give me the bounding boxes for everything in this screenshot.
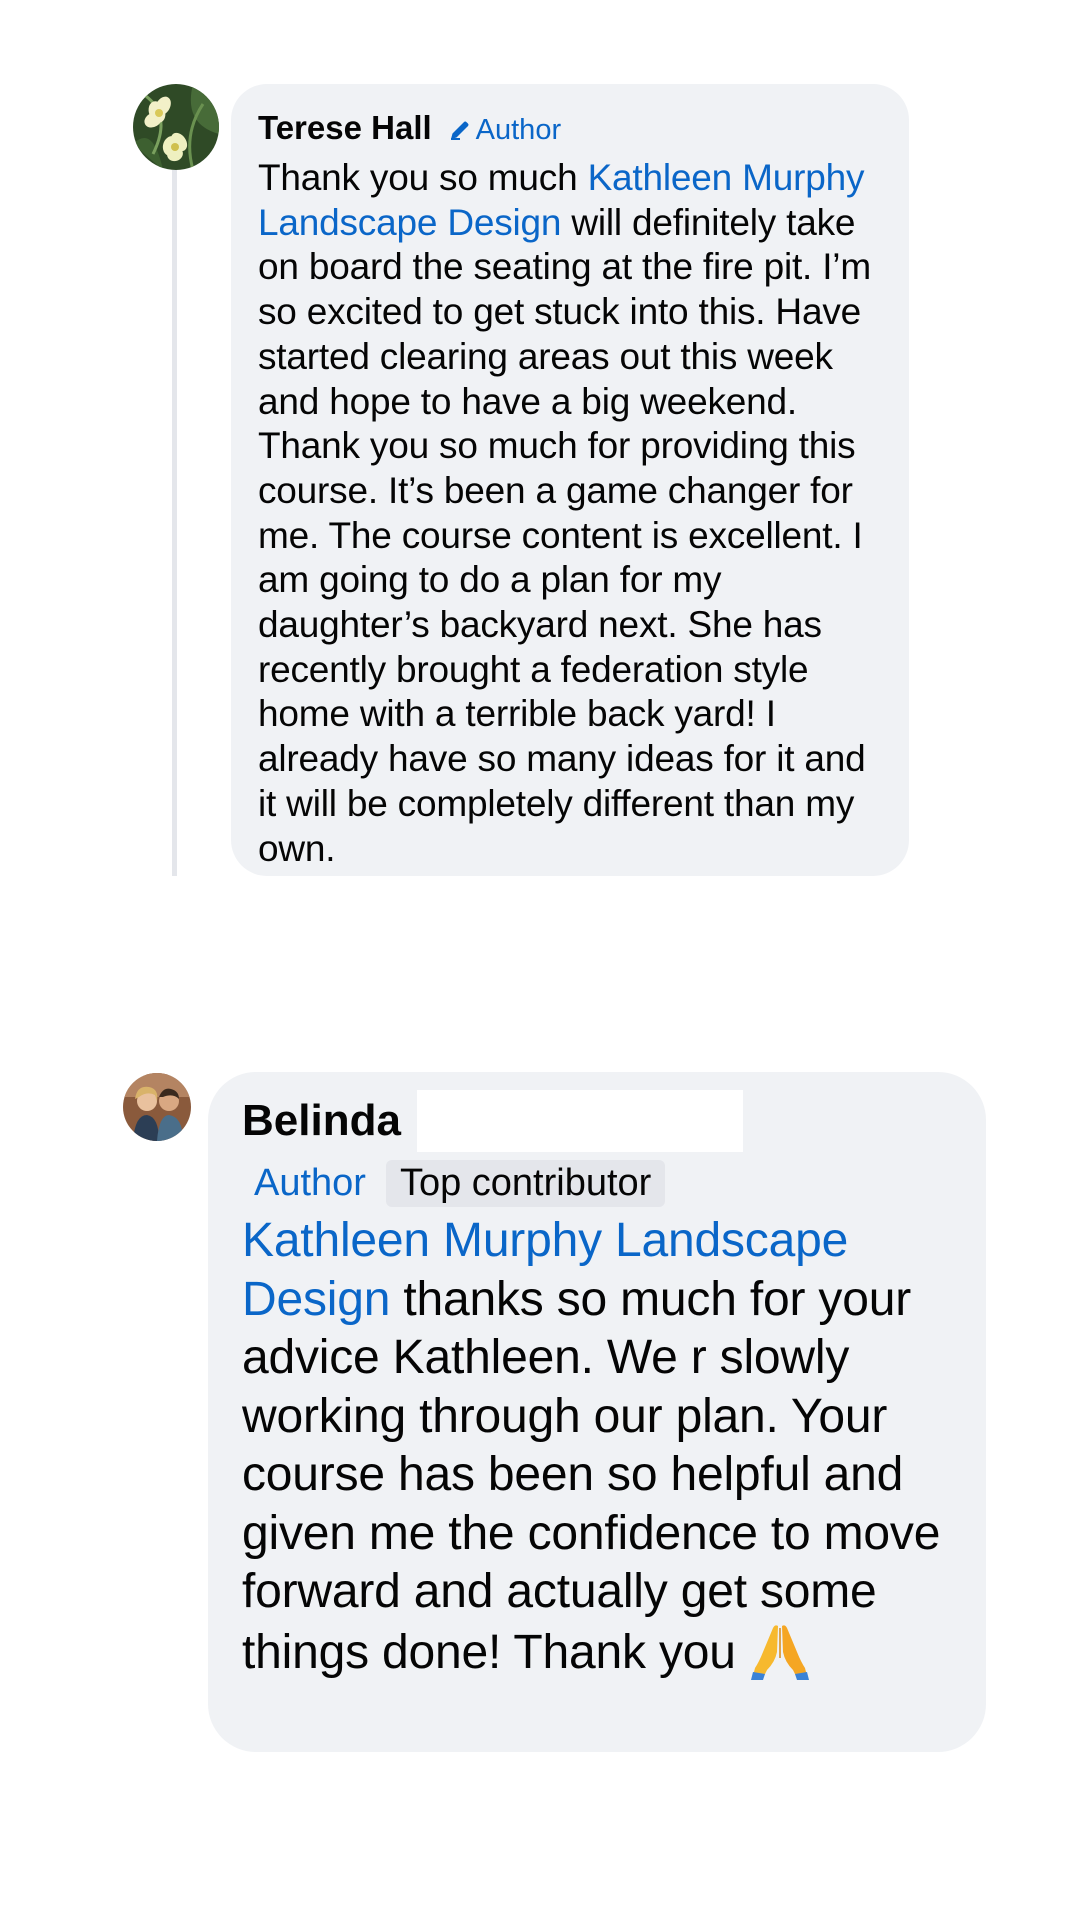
couple-avatar-image — [123, 1073, 191, 1141]
redacted-name-block — [416, 1090, 743, 1152]
flower-avatar-image — [133, 84, 219, 170]
comment-bubble: Terese Hall Author Thank you so much Kat… — [231, 84, 909, 876]
praying-hands-icon — [750, 1624, 809, 1680]
author-badge: Author — [448, 114, 561, 147]
avatar[interactable] — [123, 1073, 191, 1141]
comment-text-rest: will definitely take on board the seatin… — [258, 201, 871, 869]
top-contributor-badge: Top contributor — [385, 1159, 666, 1207]
pencil-icon — [450, 121, 469, 140]
comment-text-start: Thank you so much — [258, 157, 588, 198]
comment-bubble: Belinda Author Top contributor Kathleen … — [208, 1072, 986, 1752]
comment-text: Kathleen Murphy Landscape Design thanks … — [242, 1212, 958, 1682]
comment-text: Thank you so much Kathleen Murphy Landsc… — [258, 156, 883, 871]
comment-author-name[interactable]: Belinda — [242, 1096, 401, 1146]
comment-text-rest: thanks so much for your advice Kathleen.… — [242, 1272, 941, 1679]
reply-thread-line — [172, 170, 177, 876]
comment-author-name[interactable]: Terese Hall — [258, 109, 432, 147]
author-badge: Author — [254, 1161, 366, 1204]
avatar[interactable] — [133, 84, 219, 170]
author-badge-label: Author — [475, 113, 562, 146]
